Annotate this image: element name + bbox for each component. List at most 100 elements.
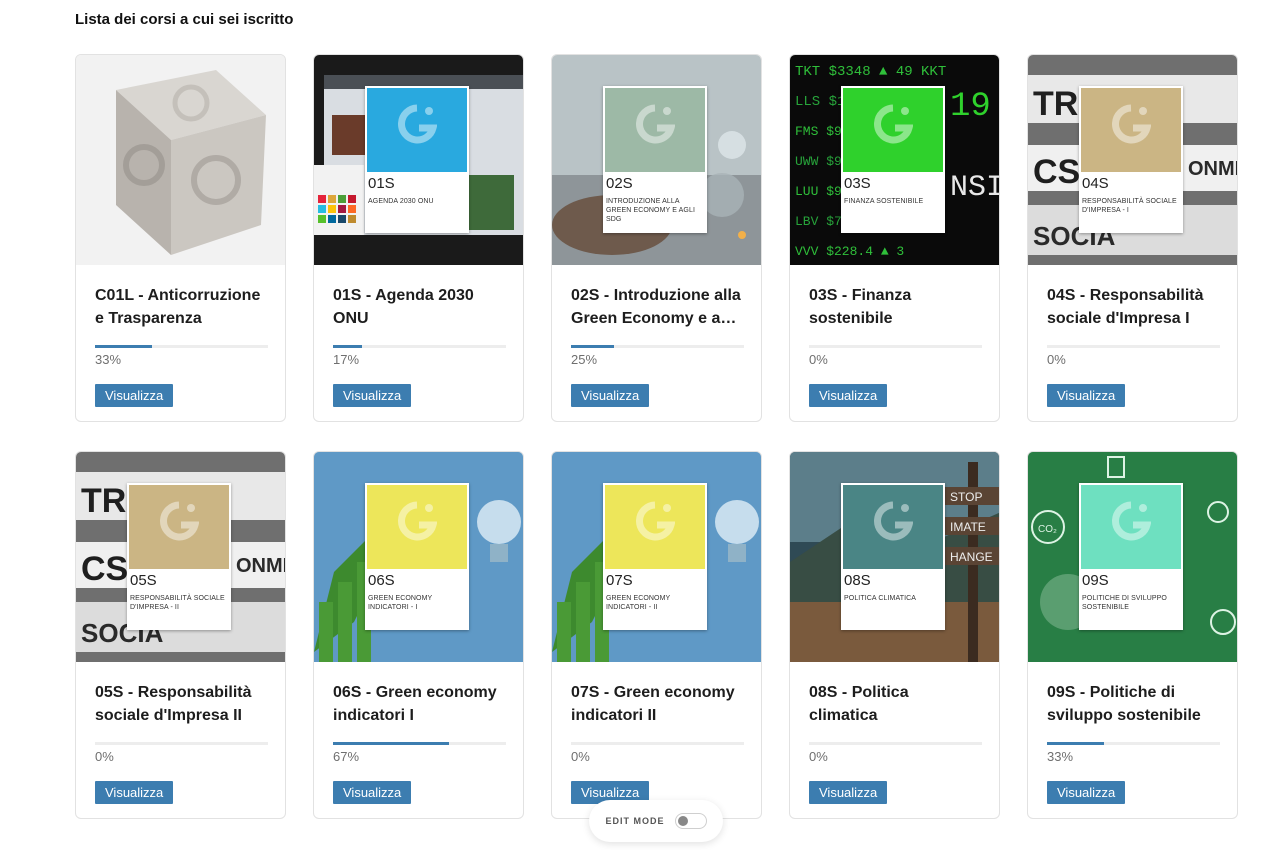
course-subtitle: GREEN ECONOMY INDICATORI - I <box>368 595 433 611</box>
progress-bar <box>571 742 744 745</box>
course-card[interactable]: TKT $3348 ▲ 49 KKTLLS $10.30 ▼ 49.5FMS $… <box>789 54 1000 422</box>
course-logo-icon <box>874 104 913 144</box>
toggle-knob <box>677 816 688 826</box>
course-thumbnail[interactable]: 02S INTRODUZIONE ALLA GREEN ECONOMY E AGL… <box>552 55 761 265</box>
course-color-swatch <box>843 88 943 172</box>
page-title: Lista dei corsi a cui sei iscritto <box>75 11 294 28</box>
view-course-button[interactable]: Visualizza <box>1047 781 1126 804</box>
course-logo-icon <box>398 501 437 541</box>
svg-text:IMATE: IMATE <box>950 520 986 534</box>
course-title[interactable]: 08S - Politica climatica <box>809 681 981 727</box>
progress-fill <box>95 345 153 348</box>
course-title[interactable]: 09S - Politiche di sviluppo sostenibile <box>1047 681 1219 727</box>
view-course-button[interactable]: Visualizza <box>95 384 174 407</box>
course-card[interactable]: C01L - Anticorruzione e Trasparenza 33% … <box>75 54 286 422</box>
course-color-swatch <box>129 485 229 569</box>
progress-percent: 33% <box>95 352 122 367</box>
course-thumbnail[interactable] <box>76 55 285 265</box>
course-label-card: 09S POLITICHE DI SVILUPPO SOSTENIBILE <box>1079 483 1183 630</box>
view-course-button[interactable]: Visualizza <box>571 384 650 407</box>
view-course-button[interactable]: Visualizza <box>333 781 412 804</box>
course-card[interactable]: 01S AGENDA 2030 ONU 01S - Agenda 2030 ONU… <box>313 54 524 422</box>
course-code: 04S <box>1082 175 1109 192</box>
course-logo-icon <box>398 104 437 144</box>
course-color-swatch <box>367 88 467 172</box>
course-logo-icon <box>160 501 199 541</box>
progress-percent: 0% <box>95 749 114 764</box>
svg-text:19.4: 19.4 <box>950 88 1000 126</box>
course-color-swatch <box>367 485 467 569</box>
edit-mode-switch[interactable]: EDIT MODE <box>589 800 723 842</box>
view-course-button[interactable]: Visualizza <box>809 781 888 804</box>
course-label-card: 05S RESPONSABILITÀ SOCIALE D'IMPRESA - II <box>127 483 231 630</box>
course-title[interactable]: C01L - Anticorruzione e Trasparenza <box>95 284 267 330</box>
svg-text:TKT $3348 ▲ 49 KKT: TKT $3348 ▲ 49 KKT <box>795 64 946 80</box>
course-card[interactable]: CO₂ 09S POLITICHE DI SVILUPPO SOSTENIBILE … <box>1027 451 1238 819</box>
course-title[interactable]: 04S - Responsabilità sociale d'Impresa I <box>1047 284 1219 330</box>
course-code: 03S <box>844 175 871 192</box>
progress-percent: 0% <box>809 749 828 764</box>
course-label-card: 08S POLITICA CLIMATICA <box>841 483 945 630</box>
course-title[interactable]: 03S - Finanza sostenibile <box>809 284 981 330</box>
edit-mode-toggle[interactable] <box>674 813 707 829</box>
course-code: 09S <box>1082 572 1109 589</box>
svg-text:STOP: STOP <box>950 490 982 504</box>
progress-percent: 17% <box>333 352 360 367</box>
course-title[interactable]: 06S - Green economy indicatori I <box>333 681 505 727</box>
progress-bar <box>1047 742 1220 745</box>
course-title[interactable]: 01S - Agenda 2030 ONU <box>333 284 505 330</box>
course-thumbnail[interactable]: CO₂ 09S POLITICHE DI SVILUPPO SOSTENIBILE <box>1028 452 1237 662</box>
course-thumbnail[interactable]: 07S GREEN ECONOMY INDICATORI - II <box>552 452 761 662</box>
course-title[interactable]: 05S - Responsabilità sociale d'Impresa I… <box>95 681 267 727</box>
progress-fill <box>571 345 615 348</box>
course-thumbnail[interactable]: TKT $3348 ▲ 49 KKTLLS $10.30 ▼ 49.5FMS $… <box>790 55 1000 265</box>
course-thumbnail[interactable]: TRACSRSOCIAONMEN05SRESPONSABILITÀ SOCIAL… <box>76 452 286 662</box>
course-thumbnail[interactable]: TRACSRSOCIAONMEN04SRESPONSABILITÀ SOCIAL… <box>1028 55 1237 265</box>
progress-bar <box>333 742 506 745</box>
course-color-swatch <box>1081 88 1181 172</box>
course-color-swatch <box>843 485 943 569</box>
progress-bar <box>809 345 982 348</box>
course-thumbnail[interactable]: STOP IMATE HANGE 08S POLITICA CLIMATICA <box>790 452 999 662</box>
course-code: 01S <box>368 175 395 192</box>
progress-fill <box>1047 742 1105 745</box>
course-image <box>76 55 285 265</box>
view-course-button[interactable]: Visualizza <box>95 781 174 804</box>
course-code: 05S <box>130 572 157 589</box>
course-card[interactable]: 07S GREEN ECONOMY INDICATORI - II 07S - G… <box>551 451 762 819</box>
svg-text:NSI: NSI <box>950 171 1000 205</box>
course-card[interactable]: TRACSRSOCIAONMEN05SRESPONSABILITÀ SOCIAL… <box>75 451 286 819</box>
course-card[interactable]: 06S GREEN ECONOMY INDICATORI - I 06S - Gr… <box>313 451 524 819</box>
svg-text:ONMEN: ONMEN <box>236 555 286 577</box>
progress-bar <box>95 742 268 745</box>
course-card[interactable]: TRACSRSOCIAONMEN04SRESPONSABILITÀ SOCIAL… <box>1027 54 1238 422</box>
progress-bar <box>1047 345 1220 348</box>
course-subtitle: POLITICHE DI SVILUPPO SOSTENIBILE <box>1082 595 1167 611</box>
course-title[interactable]: 02S - Introduzione alla Green Economy e … <box>571 284 743 330</box>
course-color-swatch <box>605 88 705 172</box>
course-card[interactable]: 02S INTRODUZIONE ALLA GREEN ECONOMY E AGL… <box>551 54 762 422</box>
view-course-button[interactable]: Visualizza <box>1047 384 1126 407</box>
view-course-button[interactable]: Visualizza <box>333 384 412 407</box>
course-logo-icon <box>636 501 675 541</box>
progress-percent: 0% <box>1047 352 1066 367</box>
progress-percent: 33% <box>1047 749 1074 764</box>
course-card[interactable]: STOP IMATE HANGE 08S POLITICA CLIMATICA 08S … <box>789 451 1000 819</box>
course-label-card: 01S AGENDA 2030 ONU <box>365 86 469 233</box>
course-thumbnail[interactable]: 01S AGENDA 2030 ONU <box>314 55 523 265</box>
progress-bar <box>809 742 982 745</box>
progress-fill <box>333 742 449 745</box>
course-logo-icon <box>636 104 675 144</box>
progress-percent: 67% <box>333 749 360 764</box>
view-course-button[interactable]: Visualizza <box>809 384 888 407</box>
course-label-card: 06S GREEN ECONOMY INDICATORI - I <box>365 483 469 630</box>
course-subtitle: INTRODUZIONE ALLA GREEN ECONOMY E AGLI S… <box>606 198 696 223</box>
course-color-swatch <box>605 485 705 569</box>
course-title[interactable]: 07S - Green economy indicatori II <box>571 681 743 727</box>
course-code: 08S <box>844 572 871 589</box>
course-thumbnail[interactable]: 06S GREEN ECONOMY INDICATORI - I <box>314 452 523 662</box>
course-code: 02S <box>606 175 633 192</box>
course-color-swatch <box>1081 485 1181 569</box>
progress-fill <box>333 345 363 348</box>
course-label-card: 04S RESPONSABILITÀ SOCIALE D'IMPRESA - I <box>1079 86 1183 233</box>
